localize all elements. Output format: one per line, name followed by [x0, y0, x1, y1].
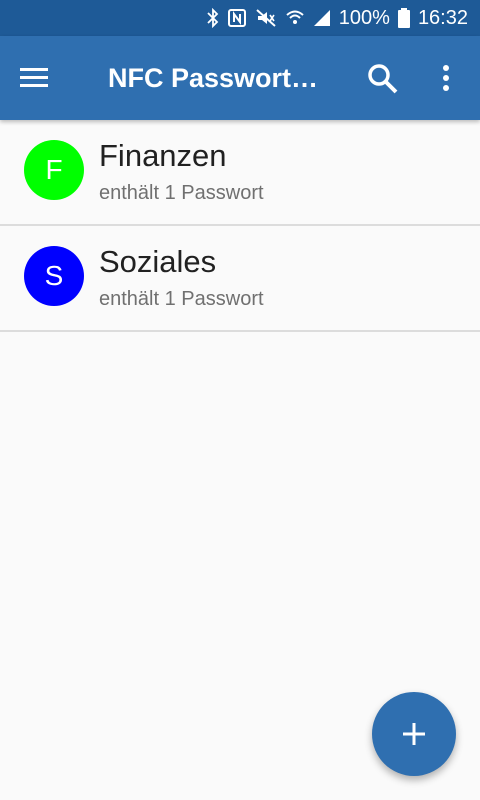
list-item-soziales[interactable]: S Soziales enthält 1 Passwort	[0, 226, 480, 332]
add-button[interactable]	[372, 692, 456, 776]
list-item-subtitle: enthält 1 Passwort	[99, 182, 264, 204]
avatar: F	[24, 140, 84, 200]
list-item-subtitle: enthält 1 Passwort	[99, 288, 264, 310]
wifi-icon	[285, 8, 305, 28]
battery-percent: 100%	[338, 6, 390, 29]
bluetooth-icon	[207, 8, 219, 28]
list-item-title: Finanzen	[99, 138, 227, 173]
nfc-icon	[227, 8, 247, 28]
avatar: S	[24, 246, 84, 306]
search-icon[interactable]	[364, 60, 400, 96]
battery-icon	[397, 8, 410, 28]
mute-icon	[255, 8, 277, 28]
app-bar: NFC Passwort…	[0, 36, 480, 120]
plus-icon	[403, 723, 425, 745]
app-title: NFC Passwort…	[108, 63, 319, 93]
list-item-title: Soziales	[99, 244, 217, 279]
status-bar: 100% 16:32	[0, 0, 480, 36]
menu-icon[interactable]	[18, 62, 52, 94]
category-list: F Finanzen enthält 1 Passwort S Soziales…	[0, 120, 480, 332]
list-item-finanzen[interactable]: F Finanzen enthält 1 Passwort	[0, 120, 480, 226]
clock: 16:32	[417, 6, 468, 29]
signal-icon	[313, 9, 331, 27]
status-icons: 100% 16:32	[207, 0, 468, 36]
more-vert-icon[interactable]	[432, 60, 460, 96]
